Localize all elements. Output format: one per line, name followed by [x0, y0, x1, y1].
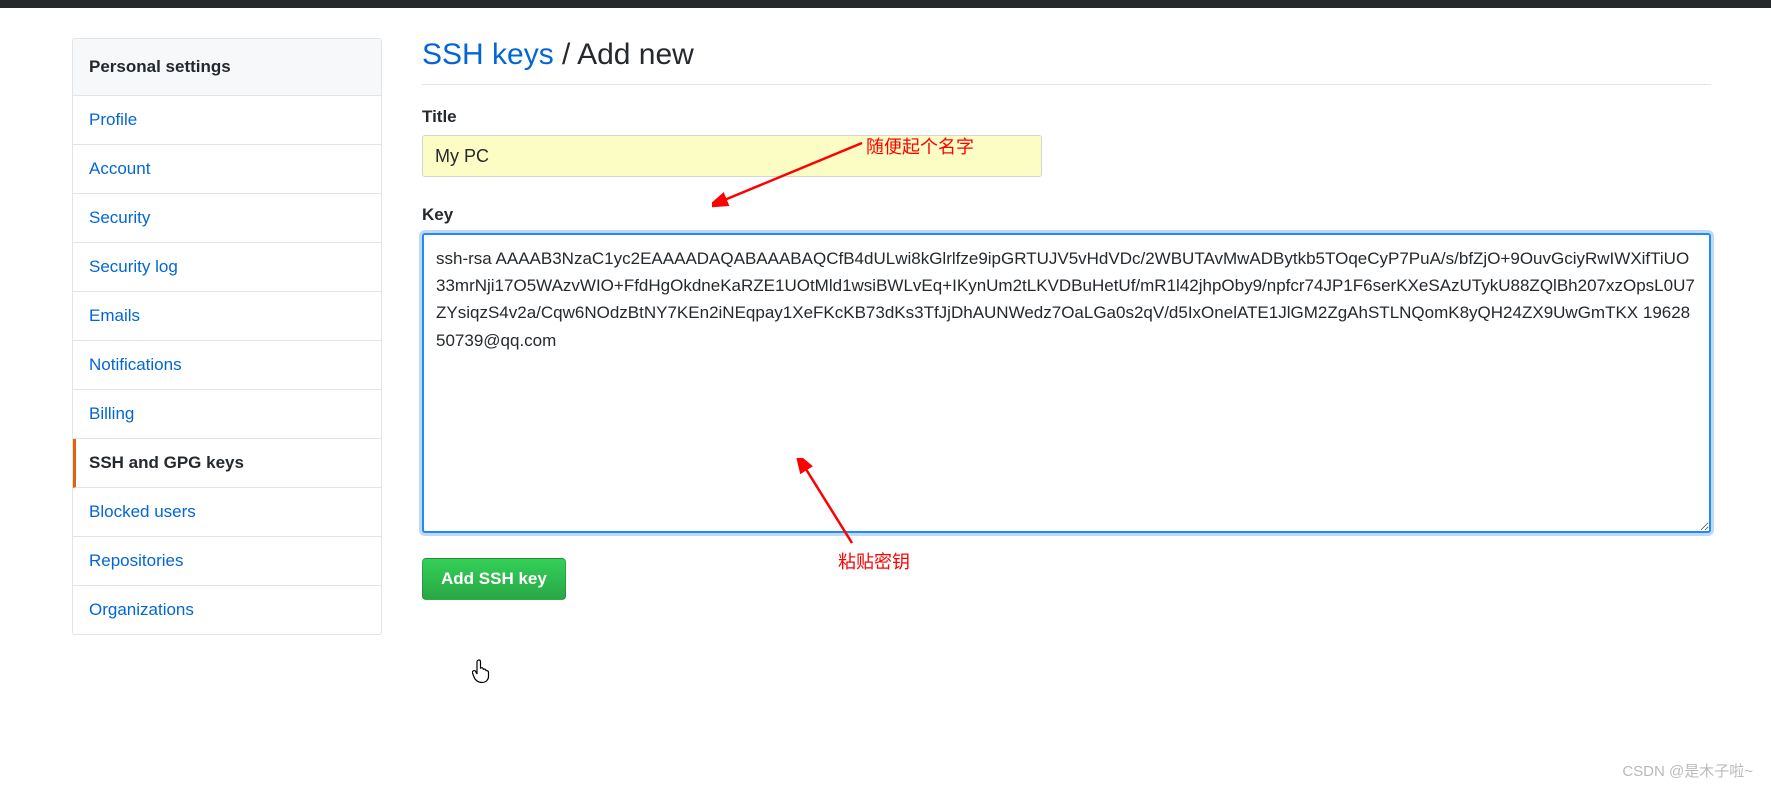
sidebar-item-profile[interactable]: Profile [73, 96, 381, 145]
sidebar-item-emails[interactable]: Emails [73, 292, 381, 341]
settings-sidebar: Personal settings Profile Account Securi… [72, 38, 382, 635]
title-input[interactable] [422, 135, 1042, 177]
sidebar-item-notifications[interactable]: Notifications [73, 341, 381, 390]
sidebar-item-blocked-users[interactable]: Blocked users [73, 488, 381, 537]
sidebar-item-repositories[interactable]: Repositories [73, 537, 381, 586]
watermark: CSDN @是木子啦~ [1622, 760, 1753, 781]
key-textarea[interactable] [422, 233, 1711, 533]
sidebar-item-organizations[interactable]: Organizations [73, 586, 381, 634]
breadcrumb-link[interactable]: SSH keys [422, 38, 554, 71]
sidebar-item-ssh-gpg-keys[interactable]: SSH and GPG keys [73, 439, 381, 488]
sidebar-item-billing[interactable]: Billing [73, 390, 381, 439]
key-label: Key [422, 205, 1711, 225]
sidebar-header: Personal settings [73, 39, 381, 96]
sidebar-item-security-log[interactable]: Security log [73, 243, 381, 292]
title-label: Title [422, 107, 1711, 127]
sidebar-item-account[interactable]: Account [73, 145, 381, 194]
page-title: SSH keys / Add new [422, 38, 1711, 85]
breadcrumb-tail: Add new [577, 38, 694, 71]
annotation-key-hint: 粘贴密钥 [838, 548, 910, 574]
add-ssh-key-button[interactable]: Add SSH key [422, 558, 566, 600]
window-topbar [0, 0, 1771, 8]
main-content: SSH keys / Add new Title Key Add SSH key… [422, 38, 1711, 635]
cursor-hand-icon [472, 658, 494, 690]
breadcrumb-sep: / [554, 38, 577, 71]
sidebar-item-security[interactable]: Security [73, 194, 381, 243]
